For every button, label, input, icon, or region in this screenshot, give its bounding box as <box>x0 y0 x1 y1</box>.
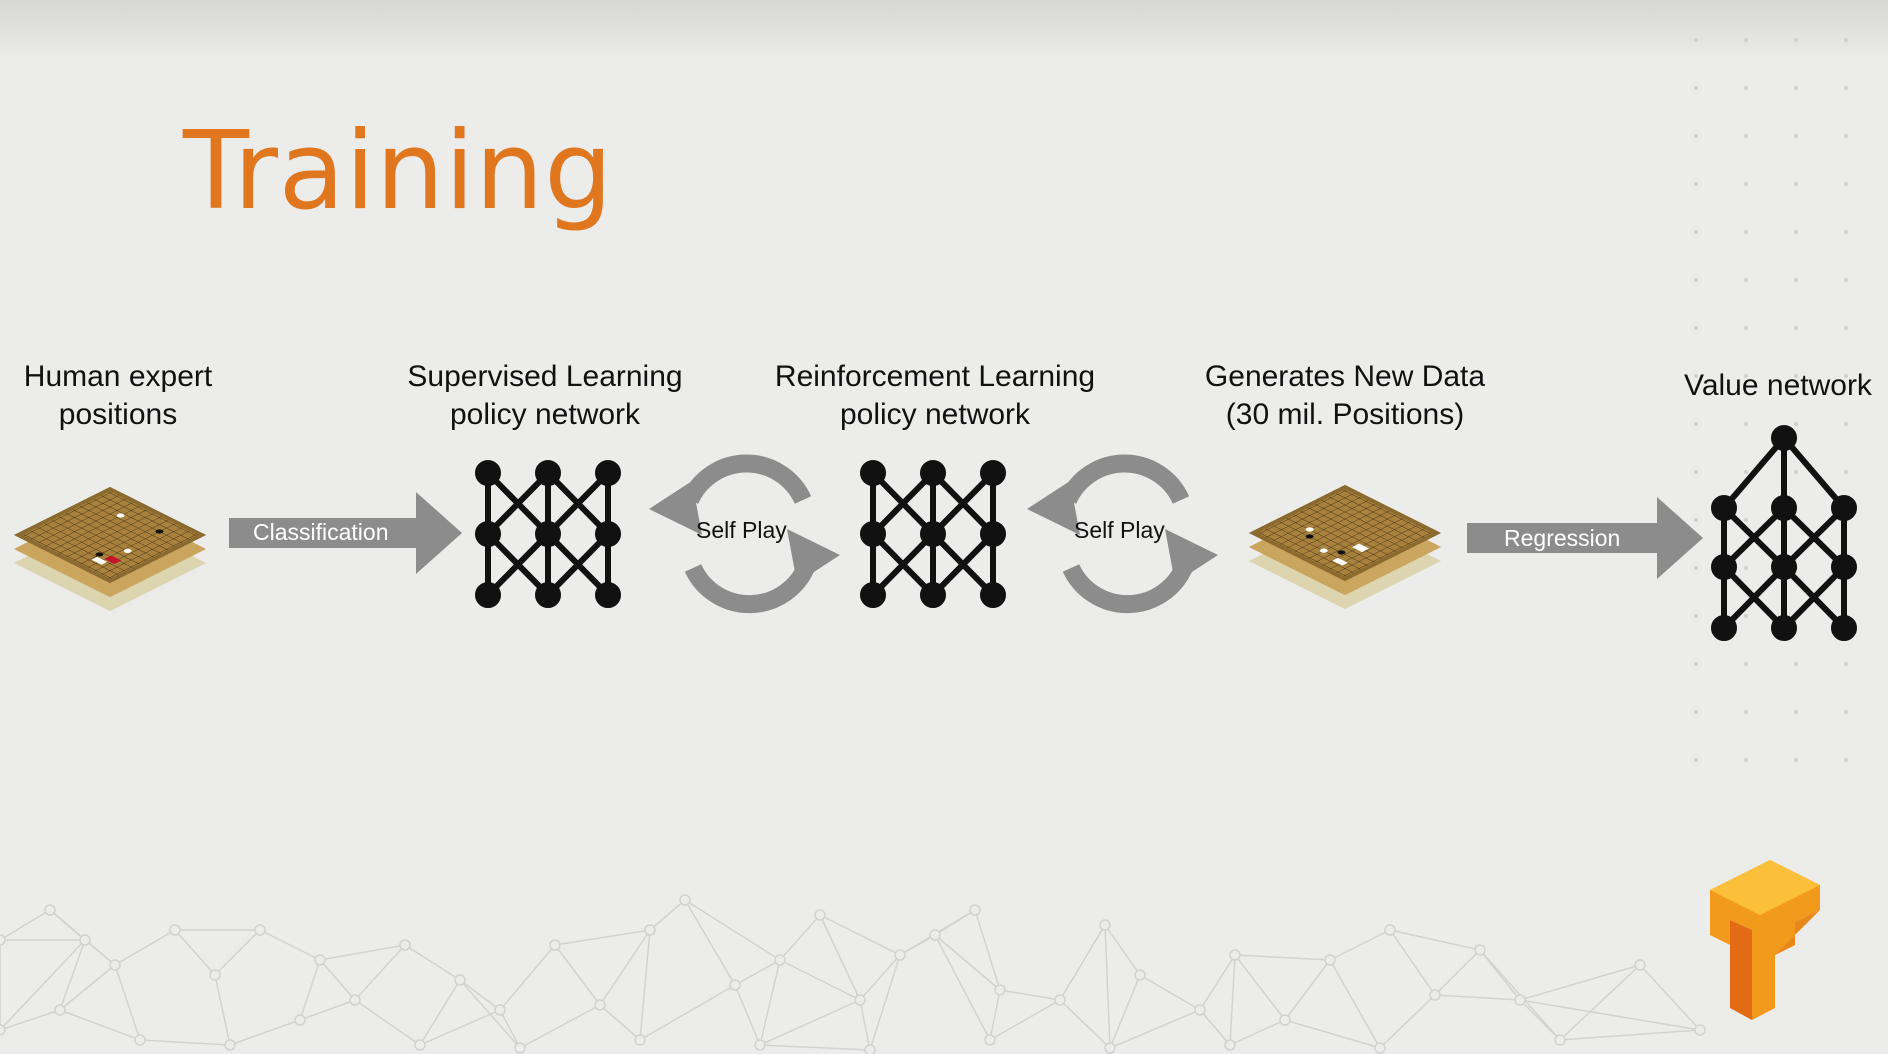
network-node <box>595 521 621 547</box>
network-node <box>920 582 946 608</box>
neural-network-icon <box>860 460 1006 608</box>
go-board-stack-icon <box>1248 484 1442 610</box>
network-node <box>1771 425 1797 451</box>
network-node <box>595 582 621 608</box>
network-node <box>920 460 946 486</box>
network-node <box>860 582 886 608</box>
network-node <box>980 460 1006 486</box>
neural-network-icon <box>475 460 621 608</box>
tensorflow-logo-icon <box>1710 860 1820 1020</box>
network-node <box>1831 615 1857 641</box>
value-network-icon <box>1711 425 1857 641</box>
classification-label: Classification <box>253 519 389 545</box>
network-node <box>920 521 946 547</box>
network-node <box>535 521 561 547</box>
network-node <box>535 460 561 486</box>
network-node <box>1711 615 1737 641</box>
network-node <box>475 582 501 608</box>
network-node <box>1771 495 1797 521</box>
network-node <box>860 521 886 547</box>
network-node <box>595 460 621 486</box>
go-board-stack-icon <box>13 486 207 612</box>
network-node <box>1771 554 1797 580</box>
network-node <box>980 582 1006 608</box>
network-node <box>1711 495 1737 521</box>
network-node <box>1831 495 1857 521</box>
network-node <box>535 582 561 608</box>
network-node <box>1711 554 1737 580</box>
self-play-label: Self Play <box>1074 517 1165 543</box>
network-node <box>475 460 501 486</box>
self-play-label: Self Play <box>696 517 787 543</box>
network-node <box>860 460 886 486</box>
regression-label: Regression <box>1504 525 1621 551</box>
network-node <box>980 521 1006 547</box>
network-node <box>1771 615 1797 641</box>
network-node <box>475 521 501 547</box>
network-node <box>1831 554 1857 580</box>
